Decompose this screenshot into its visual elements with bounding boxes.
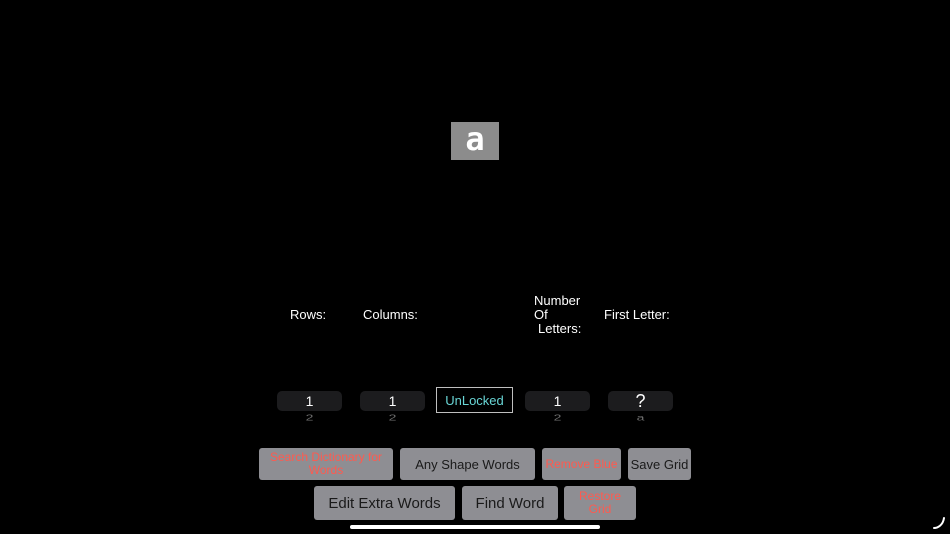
- letters-picker-next: 2: [553, 412, 562, 423]
- columns-picker-next: 2: [388, 412, 397, 423]
- number-of-letters-label-line3: Letters:: [538, 321, 582, 336]
- save-grid-button[interactable]: Save Grid: [628, 448, 691, 480]
- find-word-button[interactable]: Find Word: [462, 486, 558, 520]
- first-letter-picker[interactable]: ?: [608, 391, 673, 411]
- rows-picker[interactable]: 1: [277, 391, 342, 411]
- search-dictionary-button[interactable]: Search Dictionary for Words: [259, 448, 393, 480]
- rows-picker-next: 2: [305, 412, 314, 423]
- columns-picker-value: 1: [388, 393, 397, 409]
- first-letter-label: First Letter:: [604, 307, 670, 322]
- columns-picker[interactable]: 1: [360, 391, 425, 411]
- lock-toggle-button[interactable]: UnLocked: [436, 387, 513, 413]
- restore-grid-button[interactable]: Restore Grid: [564, 486, 636, 520]
- columns-label: Columns:: [363, 307, 418, 322]
- app-screen: a Rows: Columns: Number Of Letters: Firs…: [0, 0, 950, 534]
- number-of-letters-label: Number Of Letters:: [528, 294, 588, 336]
- first-letter-picker-value: ?: [635, 391, 646, 411]
- rows-label: Rows:: [290, 307, 327, 322]
- number-of-letters-label-line1: Number: [534, 293, 581, 308]
- first-letter-picker-next: a: [636, 412, 645, 423]
- letters-picker[interactable]: 1: [525, 391, 590, 411]
- home-indicator[interactable]: [350, 525, 600, 529]
- number-of-letters-label-line2: Of: [534, 307, 548, 322]
- grid-cell[interactable]: a: [451, 122, 499, 160]
- remove-blue-button[interactable]: Remove Blue: [542, 448, 621, 480]
- letters-picker-value: 1: [553, 393, 562, 409]
- any-shape-words-button[interactable]: Any Shape Words: [400, 448, 535, 480]
- edit-extra-words-button[interactable]: Edit Extra Words: [314, 486, 455, 520]
- rows-picker-value: 1: [305, 393, 314, 409]
- resize-handle-icon: [933, 517, 945, 529]
